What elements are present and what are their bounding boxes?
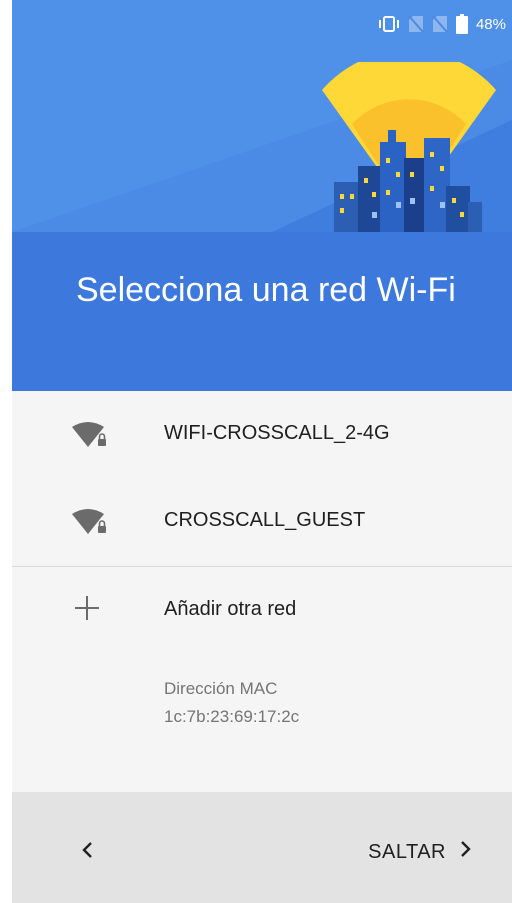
header: 48% Selecciona una red Wi-Fi xyxy=(12,0,512,391)
mac-label: Dirección MAC xyxy=(164,679,278,698)
network-ssid: CROSSCALL_GUEST xyxy=(164,509,366,531)
no-sim-icon xyxy=(408,15,424,33)
status-bar: 48% xyxy=(12,0,512,52)
mac-address-info: Dirección MAC 1c:7b:23:69:17:2c xyxy=(164,675,299,731)
battery-percent: 48% xyxy=(475,15,506,33)
chevron-left-icon xyxy=(81,841,93,864)
add-network-label: Añadir otra red xyxy=(164,598,297,620)
wifi-lock-icon xyxy=(70,419,110,451)
vibrate-icon xyxy=(378,16,400,32)
mac-value: 1c:7b:23:69:17:2c xyxy=(164,707,300,726)
skip-label: SALTAR xyxy=(368,840,446,863)
battery-icon xyxy=(455,14,468,34)
network-list: WIFI-CROSSCALL_2-4G CROSSCALL_GUEST xyxy=(12,391,512,565)
city-wifi-illustration xyxy=(322,62,496,232)
wifi-lock-icon xyxy=(70,506,110,538)
chevron-right-icon xyxy=(460,840,472,864)
plus-icon xyxy=(74,595,100,621)
network-ssid: WIFI-CROSSCALL_2-4G xyxy=(164,422,390,444)
skip-button[interactable]: SALTAR xyxy=(368,832,472,872)
bottom-nav-bar: SALTAR xyxy=(12,792,512,903)
network-item[interactable]: CROSSCALL_GUEST xyxy=(12,478,512,565)
no-sim-icon xyxy=(432,15,448,33)
page-title: Selecciona una red Wi-Fi xyxy=(76,271,456,309)
setup-screen: 48% Selecciona una red Wi-Fi WIFI-CROSSC… xyxy=(12,0,512,903)
back-button[interactable] xyxy=(64,832,110,872)
network-item[interactable]: WIFI-CROSSCALL_2-4G xyxy=(12,391,512,478)
add-network-button[interactable]: Añadir otra red xyxy=(12,566,512,656)
